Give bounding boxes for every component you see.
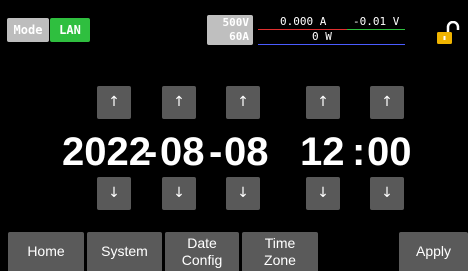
time-zone-button[interactable]: Time Zone [242, 232, 318, 271]
year-up-button[interactable]: ↑ [97, 86, 131, 119]
apply-button[interactable]: Apply [399, 232, 468, 271]
date-config-button[interactable]: Date Config [165, 232, 239, 271]
hour-value: 12 [300, 130, 345, 174]
limits-panel: 500V 60A [207, 15, 253, 45]
voltage-limit: 500V [222, 16, 250, 29]
current-limit: 60A [229, 30, 249, 43]
minute-up-button[interactable]: ↑ [370, 86, 404, 119]
day-down-button[interactable]: ↓ [226, 177, 260, 210]
system-button[interactable]: System [87, 232, 162, 271]
lan-badge: LAN [50, 18, 90, 42]
power-underline [258, 44, 405, 45]
mode-badge[interactable]: Mode [7, 18, 49, 42]
measured-voltage: -0.01 V [353, 15, 400, 28]
apply-button-label: Apply [415, 243, 452, 259]
time-separator: : [352, 130, 366, 174]
current-underline [258, 29, 347, 30]
voltage-underline [347, 29, 405, 30]
measured-power: 0 W [312, 30, 332, 43]
day-up-button[interactable]: ↑ [226, 86, 260, 119]
year-down-button[interactable]: ↓ [97, 177, 131, 210]
date-separator: - [209, 130, 223, 174]
minute-value: 00 [367, 130, 412, 174]
hour-up-button[interactable]: ↑ [306, 86, 340, 119]
time-zone-button-label: Time Zone [264, 234, 296, 268]
system-button-label: System [101, 243, 148, 259]
home-button-label: Home [27, 243, 65, 259]
home-button[interactable]: Home [8, 232, 84, 271]
date-separator: - [144, 130, 158, 174]
minute-down-button[interactable]: ↓ [370, 177, 404, 210]
month-value: 08 [160, 130, 205, 174]
month-up-button[interactable]: ↑ [162, 86, 196, 119]
unlocked-lock-icon[interactable] [435, 20, 460, 45]
measured-current: 0.000 A [280, 15, 327, 28]
month-down-button[interactable]: ↓ [162, 177, 196, 210]
year-value: 2022 [62, 130, 151, 174]
date-config-button-label: Date Config [181, 234, 223, 268]
hour-down-button[interactable]: ↓ [306, 177, 340, 210]
day-value: 08 [224, 130, 269, 174]
